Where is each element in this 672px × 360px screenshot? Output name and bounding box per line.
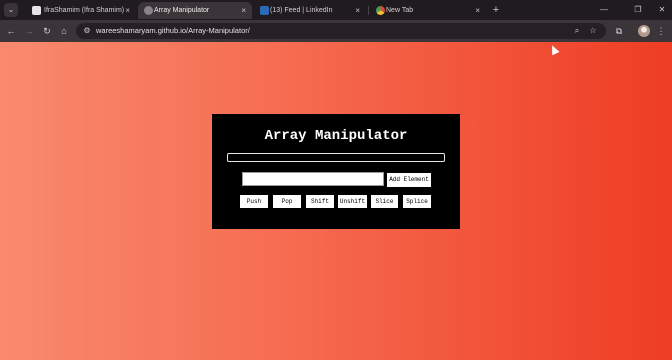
linkedin-icon [260,6,269,15]
address-bar[interactable]: ⚙ wareeshamaryam.github.io/Array-Manipul… [76,23,606,39]
reload-icon[interactable]: ↻ [40,24,54,38]
extensions-icon[interactable]: ⧉ [612,24,626,38]
array-display [227,153,445,162]
minimize-icon[interactable]: — [590,0,618,20]
url-text: wareeshamaryam.github.io/Array-Manipulat… [96,26,250,35]
pop-button[interactable]: Pop [273,195,301,208]
tab-search-icon[interactable]: ⌄ [4,3,18,17]
tab-separator [368,6,369,15]
mouse-cursor [548,43,560,56]
close-icon[interactable]: × [125,2,130,19]
browser-toolbar: ← → ↻ ⌂ ⚙ wareeshamaryam.github.io/Array… [0,20,672,42]
page-background: Array Manipulator Add Element Push Pop S… [0,42,672,360]
close-icon[interactable]: × [475,2,480,19]
menu-icon[interactable]: ⋮ [654,24,668,38]
back-icon[interactable]: ← [4,24,18,38]
close-icon[interactable]: × [241,2,246,19]
page-title: Array Manipulator [264,128,408,144]
unshift-button[interactable]: Unshift [338,195,367,208]
tab-linkedin[interactable]: (13) Feed | LinkedIn × [254,2,366,19]
forward-icon[interactable]: → [22,24,36,38]
profile-avatar[interactable] [638,25,650,37]
close-icon[interactable]: × [355,2,360,19]
github-icon [32,6,41,15]
array-manipulator-card: Array Manipulator Add Element Push Pop S… [212,114,460,229]
bookmark-star-icon[interactable]: ☆ [588,26,598,36]
new-tab-button[interactable]: + [490,3,502,17]
element-input[interactable] [242,172,384,186]
tab-github[interactable]: IfraShamim (Ifra Shamim) × [26,2,136,19]
globe-icon [144,6,153,15]
home-icon[interactable]: ⌂ [57,24,71,38]
tab-title: Array Manipulator [154,7,210,14]
site-info-icon[interactable]: ⚙ [82,26,92,36]
tab-title: New Tab [386,7,414,14]
splice-button[interactable]: Splice [403,195,431,208]
tab-new-tab[interactable]: New Tab × [370,2,486,19]
zoom-icon[interactable]: ⌕ [572,26,582,36]
tab-title: (13) Feed | LinkedIn [270,7,333,14]
add-element-button[interactable]: Add Element [387,173,431,187]
close-window-icon[interactable]: ✕ [648,0,672,20]
tab-array-manipulator[interactable]: Array Manipulator × [138,2,252,19]
tab-strip: ⌄ IfraShamim (Ifra Shamim) × Array Manip… [0,0,672,20]
slice-button[interactable]: Slice [371,195,398,208]
tab-title: IfraShamim (Ifra Shamim) [44,7,125,14]
chrome-icon [376,6,385,15]
shift-button[interactable]: Shift [306,195,334,208]
push-button[interactable]: Push [240,195,268,208]
